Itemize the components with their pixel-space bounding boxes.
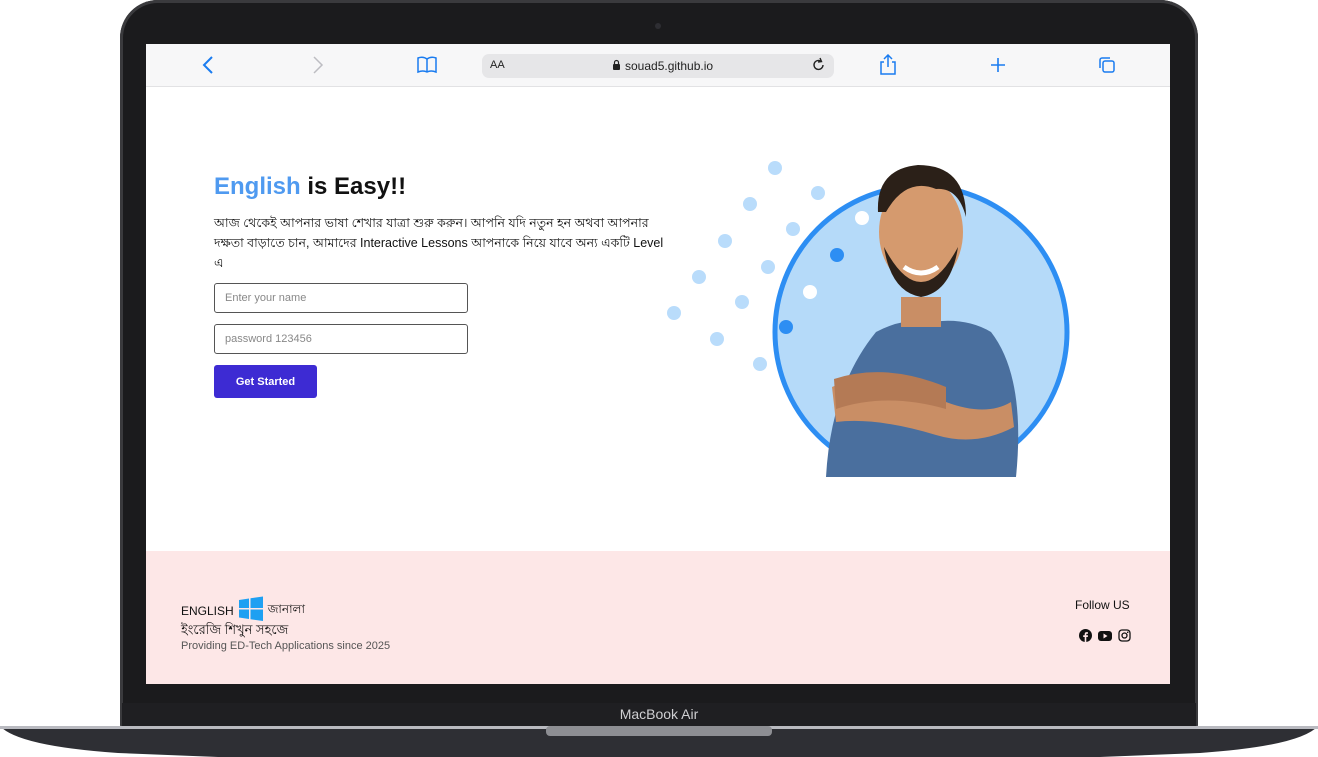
hero-title-accent: English [214,173,301,200]
back-icon[interactable] [196,53,220,77]
forward-icon[interactable] [306,53,330,77]
hero-description: আজ থেকেই আপনার ভাষা শেখার যাত্রা শুরু কর… [214,216,664,270]
share-icon[interactable] [876,53,900,77]
lock-icon [612,59,621,73]
browser-toolbar: AA souad5.github.io [146,44,1170,87]
instagram-icon[interactable] [1118,629,1131,647]
get-started-button[interactable]: Get Started [214,365,317,398]
social-links [1079,629,1131,647]
tabs-icon[interactable] [1095,53,1119,77]
follow-us-label: Follow US [1075,598,1130,612]
password-input[interactable] [214,324,468,354]
facebook-icon[interactable] [1079,629,1092,647]
reload-icon[interactable] [810,56,828,79]
url-text: souad5.github.io [625,59,714,73]
footer-tagline: ইংরেজি শিখুন সহজে [181,622,289,637]
browser-screen: AA souad5.github.io English is Easy!! আজ… [146,44,1170,684]
footer: ENGLISH জানালা ইংরেজি শিখুন সহজে Providi… [146,551,1170,684]
hero-section: English is Easy!! আজ থেকেই আপনার ভাষা শে… [146,87,1170,551]
laptop-base [0,726,1318,757]
hero-title: English is Easy!! [214,173,406,201]
name-input[interactable] [214,283,468,313]
footer-since: Providing ED-Tech Applications since 202… [181,640,391,652]
address-bar[interactable]: AA souad5.github.io [482,54,834,78]
brand-english: ENGLISH [181,603,234,618]
youtube-icon[interactable] [1098,629,1112,647]
url-display[interactable]: souad5.github.io [612,59,713,73]
bookmarks-icon[interactable] [415,53,439,77]
device-label: MacBook Air [619,706,699,722]
text-size-button[interactable]: AA [490,59,505,71]
brand-janala: জানালা [267,601,305,616]
new-tab-icon[interactable] [986,53,1010,77]
hero-title-rest: is Easy!! [300,173,407,200]
hero-illustration [667,161,1070,477]
camera [655,23,661,29]
